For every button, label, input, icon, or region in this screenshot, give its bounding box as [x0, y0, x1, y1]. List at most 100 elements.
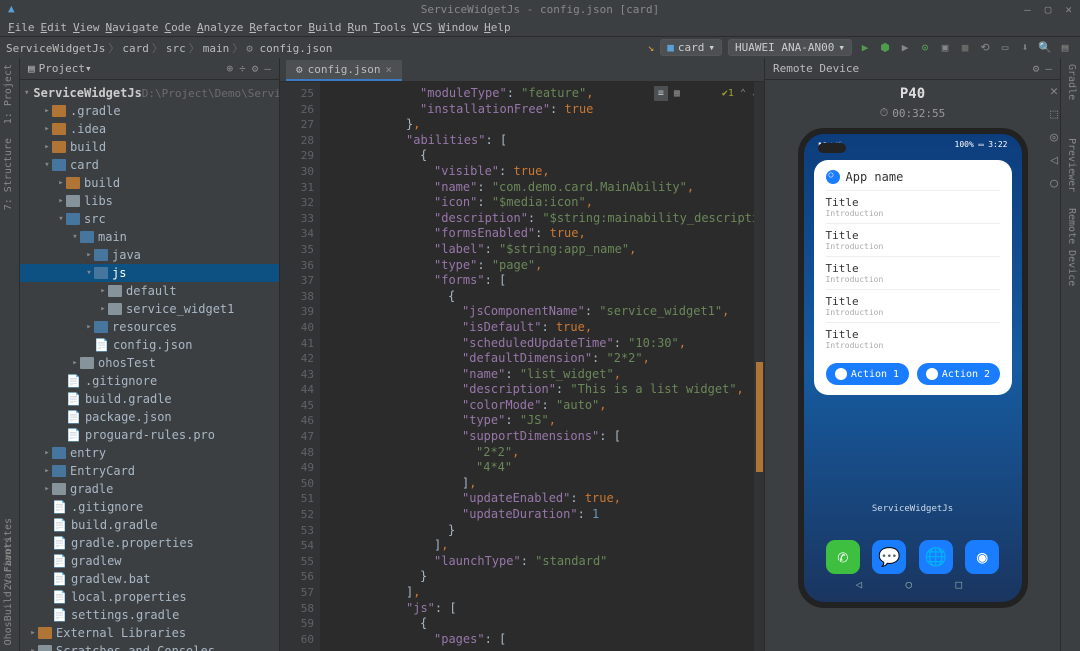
dock-browser-icon[interactable]: 🌐 — [919, 540, 953, 574]
menu-navigate[interactable]: Navigate — [106, 21, 159, 34]
tree-item[interactable]: ▸ohosTest — [20, 354, 279, 372]
menu-run[interactable]: Run — [347, 21, 367, 34]
search-icon[interactable]: 🔍 — [1038, 41, 1052, 55]
tree-item[interactable]: 📄proguard-rules.pro — [20, 426, 279, 444]
menu-help[interactable]: Help — [484, 21, 511, 34]
stop-icon[interactable]: ■ — [958, 41, 972, 55]
tab-close-icon[interactable]: × — [385, 63, 392, 76]
tree-item[interactable]: ▾src — [20, 210, 279, 228]
previewer-hide-icon[interactable]: — — [1045, 62, 1052, 75]
card-list-item[interactable]: TitleIntroduction — [826, 289, 1000, 322]
avd-icon[interactable]: ▭ — [998, 41, 1012, 55]
code-content[interactable]: "moduleType": "feature","installationFre… — [320, 82, 764, 651]
nav-home-icon[interactable]: ○ — [906, 578, 920, 592]
tree-item[interactable]: ▸build — [20, 174, 279, 192]
tree-item[interactable]: ▸service_widget1 — [20, 300, 279, 318]
tree-item[interactable]: 📄local.properties — [20, 588, 279, 606]
debug-icon[interactable]: ⬢ — [878, 41, 892, 55]
gear-icon[interactable]: ⚙ — [252, 62, 259, 75]
tree-item[interactable]: ▾card — [20, 156, 279, 174]
chevron-up-icon[interactable]: ⌃ — [740, 88, 746, 99]
menu-file[interactable]: File — [8, 21, 35, 34]
run-icon[interactable]: ▶ — [858, 41, 872, 55]
dock-camera-icon[interactable]: ◉ — [965, 540, 999, 574]
breadcrumb[interactable]: src — [166, 42, 186, 55]
action-1-button[interactable]: Action 1 — [826, 363, 909, 385]
menu-code[interactable]: Code — [164, 21, 191, 34]
prev-close-icon[interactable]: ✕ — [1050, 84, 1058, 99]
sync-icon[interactable]: ⟲ — [978, 41, 992, 55]
notification-icon[interactable]: ▤ — [1058, 41, 1072, 55]
breadcrumb[interactable]: ServiceWidgetJs — [6, 42, 105, 55]
tree-item[interactable]: 📄build.gradle — [20, 390, 279, 408]
tree-root[interactable]: ▾ServiceWidgetJs D:\Project\Demo\Service… — [20, 84, 279, 102]
tab-gradle[interactable]: Gradle — [1066, 64, 1077, 100]
tab-previewer[interactable]: Previewer — [1066, 138, 1077, 192]
prev-rotate-icon[interactable]: ◎ — [1050, 130, 1058, 145]
tree-item[interactable]: ▸libs — [20, 192, 279, 210]
tree-item[interactable]: 📄.gitignore — [20, 372, 279, 390]
tree-item[interactable]: ▾main — [20, 228, 279, 246]
menu-analyze[interactable]: Analyze — [197, 21, 243, 34]
target-icon[interactable]: ⊕ — [227, 62, 234, 75]
card-list-item[interactable]: TitleIntroduction — [826, 322, 1000, 355]
tree-item[interactable]: ▾js — [20, 264, 279, 282]
breadcrumb[interactable]: config.json — [259, 42, 332, 55]
breadcrumb[interactable]: card — [122, 42, 149, 55]
hide-icon[interactable]: — — [264, 62, 271, 75]
card-list-item[interactable]: TitleIntroduction — [826, 256, 1000, 289]
tree-item[interactable]: ▸.idea — [20, 120, 279, 138]
menu-vcs[interactable]: VCS — [412, 21, 432, 34]
tab-remote-device[interactable]: Remote Device — [1066, 208, 1077, 286]
tab-project[interactable]: 1: Project — [3, 64, 14, 124]
menu-edit[interactable]: Edit — [41, 21, 68, 34]
previewer-gear-icon[interactable]: ⚙ — [1033, 62, 1040, 75]
nav-back-icon[interactable]: ◁ — [856, 578, 870, 592]
nav-recent-icon[interactable]: □ — [956, 578, 970, 592]
tree-item[interactable]: ▸build — [20, 138, 279, 156]
service-card[interactable]: App name TitleIntroductionTitleIntroduct… — [814, 160, 1012, 395]
menu-view[interactable]: View — [73, 21, 100, 34]
tree-item[interactable]: ▸.gradle — [20, 102, 279, 120]
run-config-dropdown[interactable]: ■card ▾ — [660, 39, 722, 56]
tree-item[interactable]: ▸entry — [20, 444, 279, 462]
menu-build[interactable]: Build — [308, 21, 341, 34]
tree-item[interactable]: 📄gradlew — [20, 552, 279, 570]
tree-item[interactable]: ▸EntryCard — [20, 462, 279, 480]
maximize-icon[interactable]: ▢ — [1045, 3, 1052, 16]
device-dropdown[interactable]: HUAWEI ANA-AN00 ▾ — [728, 39, 852, 56]
tree-item[interactable]: 📄config.json — [20, 336, 279, 354]
card-list-item[interactable]: TitleIntroduction — [826, 190, 1000, 223]
tree-item[interactable]: ▸default — [20, 282, 279, 300]
tab-structure[interactable]: 7: Structure — [3, 138, 14, 210]
tab-build-variants[interactable]: OhosBuild Variants — [3, 537, 14, 645]
attach-icon[interactable]: ▣ — [938, 41, 952, 55]
breadcrumb[interactable]: main — [203, 42, 230, 55]
prev-back-icon[interactable]: ◁ — [1050, 153, 1058, 168]
tree-item[interactable]: ▸External Libraries — [20, 624, 279, 642]
tree-item[interactable]: 📄build.gradle — [20, 516, 279, 534]
tree-item[interactable]: 📄gradle.properties — [20, 534, 279, 552]
view-preview-icon[interactable]: ▦ — [674, 88, 680, 99]
tree-item[interactable]: ▸gradle — [20, 480, 279, 498]
card-list-item[interactable]: TitleIntroduction — [826, 223, 1000, 256]
tree-item[interactable]: ▸Scratches and Consoles — [20, 642, 279, 651]
coverage-icon[interactable]: ▶ — [898, 41, 912, 55]
tree-item[interactable]: 📄settings.gradle — [20, 606, 279, 624]
menu-window[interactable]: Window — [438, 21, 478, 34]
error-stripe[interactable] — [754, 82, 764, 651]
profiler-icon[interactable]: ⊙ — [918, 41, 932, 55]
tree-item[interactable]: ▸java — [20, 246, 279, 264]
view-list-icon[interactable]: ≡ — [654, 86, 668, 101]
collapse-icon[interactable]: ÷ — [239, 62, 246, 75]
menu-tools[interactable]: Tools — [373, 21, 406, 34]
editor-tab[interactable]: ⚙ config.json × — [286, 60, 402, 81]
prev-expand-icon[interactable]: ⬚ — [1050, 107, 1058, 122]
tree-item[interactable]: ▸resources — [20, 318, 279, 336]
prev-home-icon[interactable]: ○ — [1050, 176, 1058, 191]
dock-phone-icon[interactable]: ✆ — [826, 540, 860, 574]
tree-item[interactable]: 📄gradlew.bat — [20, 570, 279, 588]
dock-message-icon[interactable]: 💬 — [872, 540, 906, 574]
action-2-button[interactable]: Action 2 — [917, 363, 1000, 385]
inspections-badge[interactable]: ✔1 — [722, 88, 734, 99]
